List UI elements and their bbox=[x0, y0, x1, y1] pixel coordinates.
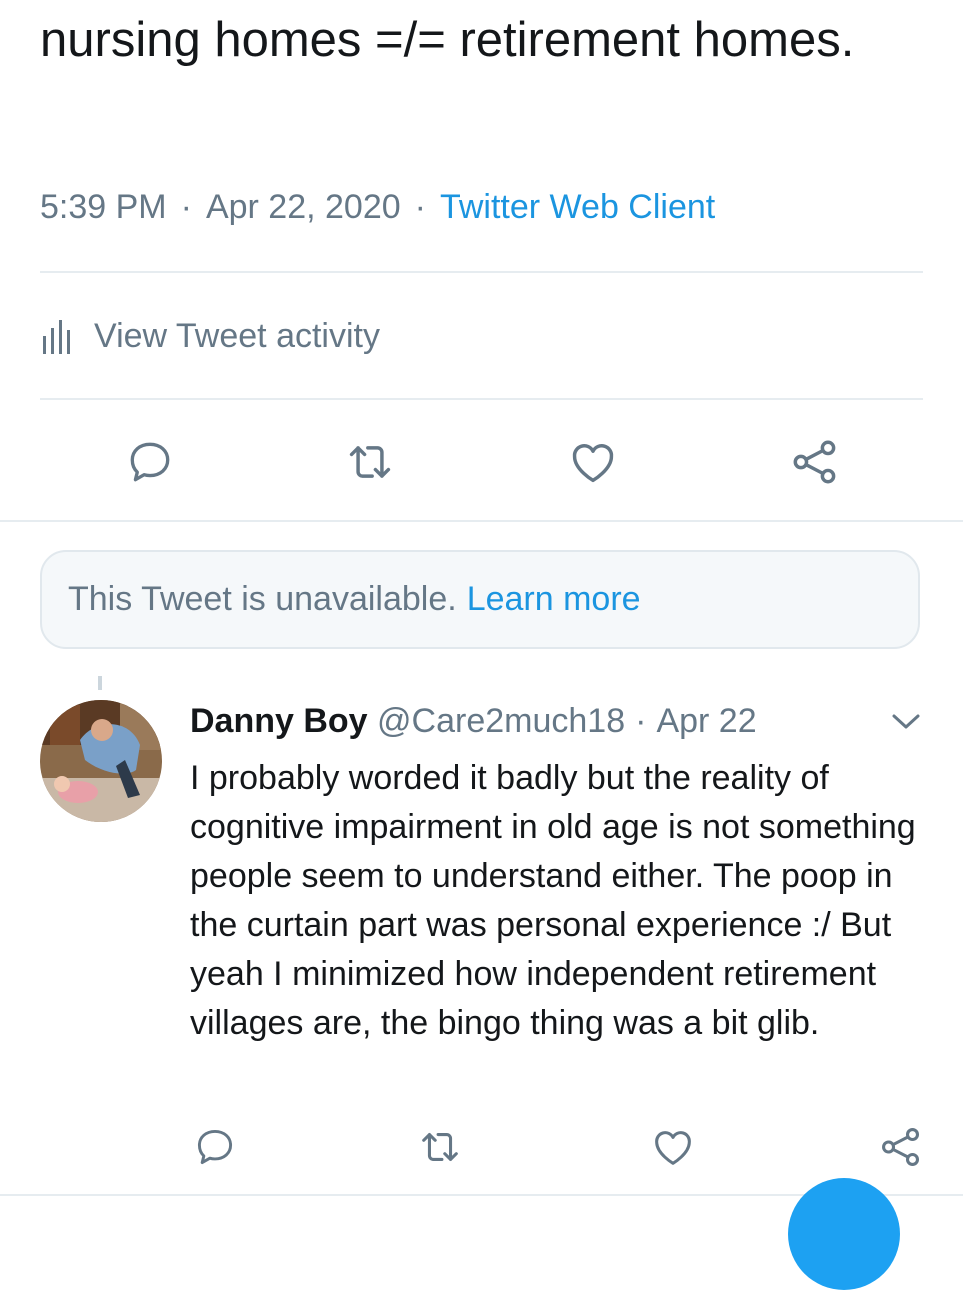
retweet-icon bbox=[422, 1133, 458, 1161]
view-tweet-activity-button[interactable]: View Tweet activity bbox=[40, 312, 380, 360]
view-tweet-activity-label: View Tweet activity bbox=[94, 316, 380, 355]
avatar[interactable] bbox=[40, 700, 162, 822]
avatar-photo bbox=[40, 700, 162, 822]
reply-retweet-button[interactable] bbox=[414, 1122, 466, 1172]
divider bbox=[40, 398, 923, 400]
share-icon bbox=[793, 440, 836, 484]
reply-date[interactable]: Apr 22 bbox=[656, 702, 756, 740]
reply-reply-button[interactable] bbox=[190, 1122, 240, 1172]
reply-header: Danny Boy @Care2much18 · Apr 22 bbox=[190, 702, 757, 741]
unavailable-tweet-notice: This Tweet is unavailable. Learn more bbox=[40, 550, 920, 649]
tweet-action-bar bbox=[0, 432, 963, 492]
meta-separator: · bbox=[180, 188, 192, 226]
like-icon bbox=[572, 444, 614, 483]
meta-separator: · bbox=[414, 188, 426, 226]
chevron-down-icon bbox=[892, 714, 920, 729]
thread-line bbox=[98, 676, 102, 690]
reply-author-handle[interactable]: @Care2much18 bbox=[377, 702, 625, 740]
share-icon bbox=[882, 1128, 920, 1166]
section-divider bbox=[0, 520, 963, 522]
reply-like-button[interactable] bbox=[648, 1122, 698, 1172]
tweet-time[interactable]: 5:39 PM bbox=[40, 188, 167, 226]
reply-button[interactable] bbox=[122, 432, 178, 492]
like-button[interactable] bbox=[564, 432, 622, 492]
retweet-button[interactable] bbox=[340, 432, 400, 492]
reply-icon bbox=[130, 442, 170, 482]
tweet-text: nursing homes =/= retirement homes. bbox=[40, 13, 855, 67]
reply-action-bar bbox=[0, 1122, 963, 1172]
compose-tweet-button[interactable] bbox=[788, 1178, 900, 1290]
retweet-icon bbox=[349, 446, 391, 478]
tweet-client-link[interactable]: Twitter Web Client bbox=[440, 188, 715, 226]
reply-separator: · bbox=[635, 702, 647, 740]
reply-share-button[interactable] bbox=[876, 1122, 926, 1172]
tweet-date[interactable]: Apr 22, 2020 bbox=[206, 188, 401, 226]
reply-icon bbox=[197, 1129, 233, 1165]
divider bbox=[40, 271, 923, 273]
share-button[interactable] bbox=[786, 432, 844, 492]
tweet-meta: 5:39 PM · Apr 22, 2020 · Twitter Web Client bbox=[40, 188, 715, 227]
reply-text: I probably worded it badly but the reali… bbox=[190, 759, 916, 1042]
bar-chart-icon bbox=[43, 320, 70, 354]
learn-more-link[interactable]: Learn more bbox=[467, 580, 641, 619]
reply-author-name[interactable]: Danny Boy bbox=[190, 702, 368, 740]
reply-menu-button[interactable] bbox=[888, 708, 924, 741]
like-icon bbox=[655, 1131, 691, 1165]
unavailable-tweet-text: This Tweet is unavailable. bbox=[68, 580, 457, 618]
